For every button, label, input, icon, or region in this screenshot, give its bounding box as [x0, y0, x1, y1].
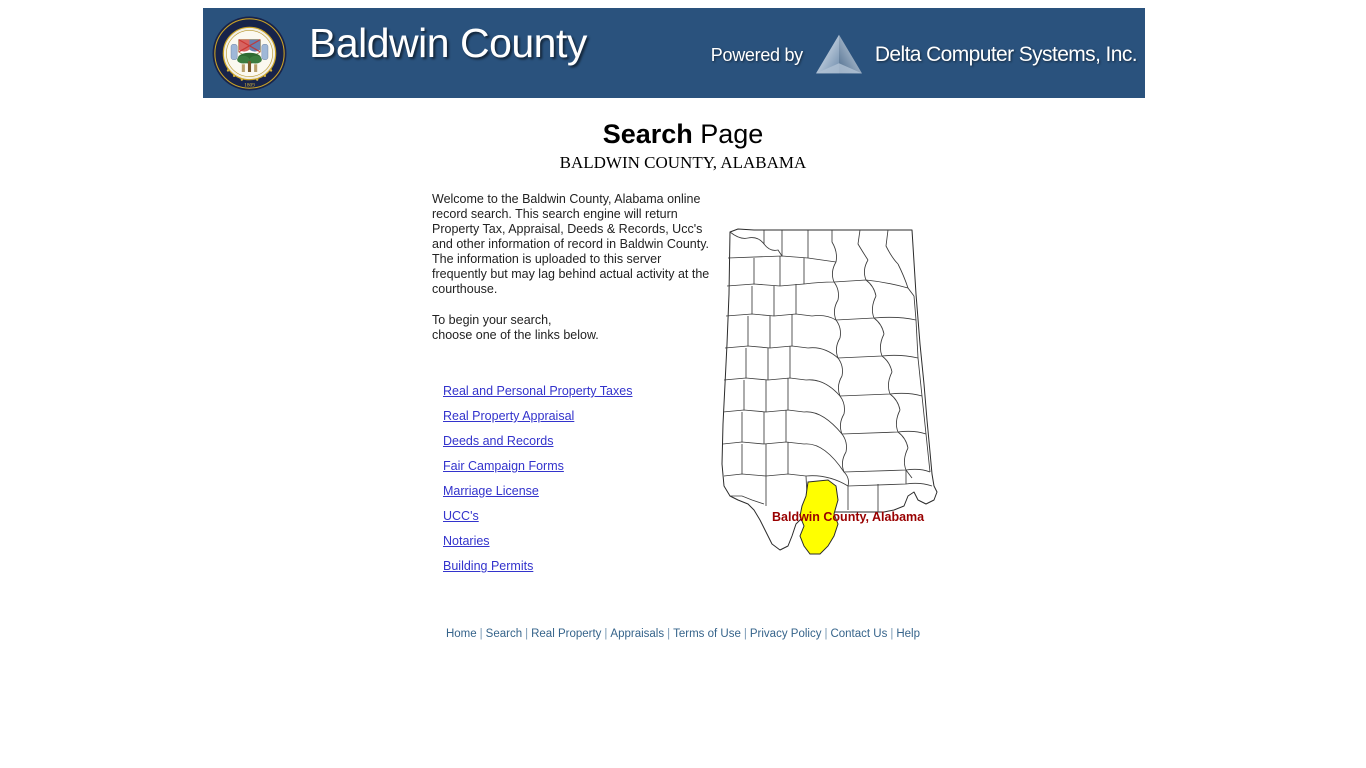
footer-link-real-property[interactable]: Real Property	[531, 628, 601, 640]
footer-link-terms-of-use[interactable]: Terms of Use	[673, 628, 741, 640]
footer-separator: |	[743, 628, 747, 640]
footer-separator: |	[667, 628, 671, 640]
vendor-branding: Powered by Delta Computer Systems, Inc.	[710, 32, 1138, 78]
footer-navigation: Home | Search | Real Property | Appraisals | Ter…	[0, 628, 1366, 640]
page-title-strong: Search	[602, 119, 693, 149]
footer-link-home[interactable]: Home	[446, 628, 477, 640]
link-building-permits[interactable]: Building Permits	[443, 559, 533, 573]
page-title-light: Page	[692, 119, 764, 149]
county-seal-icon: 1809	[211, 15, 288, 92]
footer-link-help[interactable]: Help	[896, 628, 920, 640]
footer-separator: |	[479, 628, 483, 640]
link-real-property-appraisal[interactable]: Real Property Appraisal	[443, 409, 574, 423]
page-title: Search Page	[0, 118, 1366, 150]
link-real-and-personal-property-taxes[interactable]: Real and Personal Property Taxes	[443, 384, 632, 398]
instruction-line-2: choose one of the links below.	[432, 328, 599, 342]
link-fair-campaign-forms[interactable]: Fair Campaign Forms	[443, 459, 564, 473]
link-uccs[interactable]: UCC's	[443, 509, 479, 523]
vendor-name: Delta Computer Systems, Inc.	[874, 43, 1138, 66]
link-marriage-license[interactable]: Marriage License	[443, 484, 539, 498]
list-item: Real and Personal Property Taxes	[443, 382, 723, 407]
site-header-banner: 1809 Baldwin County Powered by Delta Com…	[203, 8, 1145, 98]
footer-link-search[interactable]: Search	[486, 628, 522, 640]
powered-by-label: Powered by	[710, 44, 803, 65]
link-notaries[interactable]: Notaries	[443, 534, 490, 548]
list-item: Real Property Appraisal	[443, 407, 723, 432]
intro-paragraph: Welcome to the Baldwin County, Alabama o…	[432, 192, 710, 296]
footer-link-appraisals[interactable]: Appraisals	[610, 628, 664, 640]
seal-year: 1809	[244, 83, 255, 89]
page-subtitle: BALDWIN COUNTY, ALABAMA	[559, 153, 807, 172]
instruction-text: To begin your search, choose one of the …	[432, 313, 710, 343]
list-item: Notaries	[443, 532, 723, 557]
list-item: Building Permits	[443, 557, 723, 582]
footer-link-contact-us[interactable]: Contact Us	[830, 628, 887, 640]
instruction-line-1: To begin your search,	[432, 313, 552, 327]
link-deeds-and-records[interactable]: Deeds and Records	[443, 434, 553, 448]
footer-separator: |	[525, 628, 529, 640]
footer-link-privacy-policy[interactable]: Privacy Policy	[750, 628, 822, 640]
search-links-list: Real and Personal Property Taxes Real Pr…	[443, 382, 723, 582]
list-item: Deeds and Records	[443, 432, 723, 457]
list-item: Fair Campaign Forms	[443, 457, 723, 482]
delta-pyramid-icon	[811, 32, 867, 78]
footer-separator: |	[890, 628, 894, 640]
map-county-label: Baldwin County, Alabama	[772, 510, 925, 524]
list-item: Marriage License	[443, 482, 723, 507]
alabama-county-map-icon: Baldwin County, Alabama	[708, 224, 940, 556]
list-item: UCC's	[443, 507, 723, 532]
site-title: Baldwin County	[309, 20, 587, 66]
